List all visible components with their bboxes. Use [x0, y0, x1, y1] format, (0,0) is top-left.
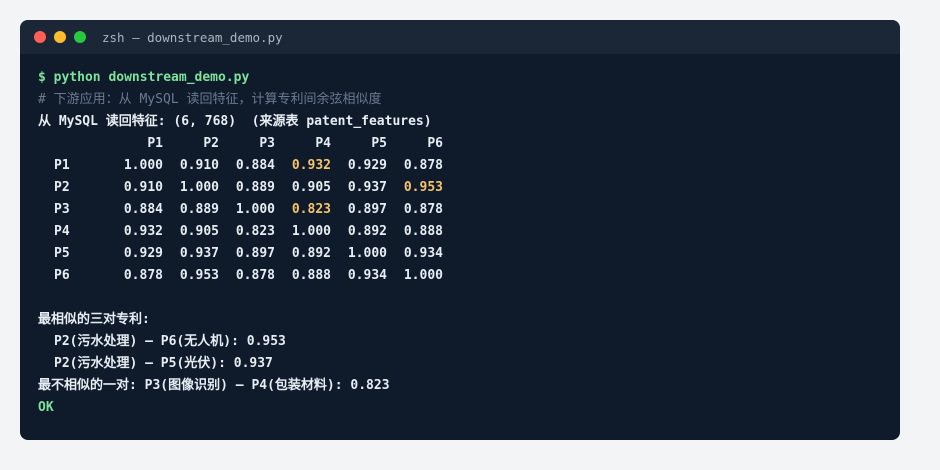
matrix-cell: 0.897 [347, 202, 387, 217]
matrix-cell: 0.905 [291, 180, 331, 195]
matrix-cell: 0.953 [179, 268, 219, 283]
matrix-row: P5 0.929 0.937 0.897 0.892 1.000 0.934 [38, 243, 443, 265]
column-header: P2 [203, 136, 219, 151]
matrix-cell: 1.000 [403, 268, 443, 283]
close-window-button[interactable] [34, 31, 46, 43]
matrix-cell: 0.878 [235, 268, 275, 283]
matrix-cell: 0.878 [403, 202, 443, 217]
column-header: P6 [427, 136, 443, 151]
matrix-cell: 0.953 [403, 180, 443, 195]
column-header: P1 [147, 136, 163, 151]
matrix-cell: 0.823 [235, 224, 275, 239]
least-similar-line: 最不相似的一对: P3(图像识别) — P4(包装材料): 0.823 [38, 378, 390, 393]
matrix-cell: 0.878 [123, 268, 163, 283]
terminal-output[interactable]: $ python downstream_demo.py # 下游应用：从 MyS… [38, 67, 882, 419]
matrix-cell: 0.934 [347, 268, 387, 283]
similarity-matrix: P1 P2 P3 P4 P5 P6 P1 1.000 0.910 0.884 0.932… [38, 133, 443, 287]
matrix-cell: 0.910 [123, 180, 163, 195]
column-header: P5 [371, 136, 387, 151]
column-header: P3 [259, 136, 275, 151]
matrix-cell: 0.910 [179, 158, 219, 173]
row-header: P1 [54, 158, 70, 173]
matrix-cell: 1.000 [291, 224, 331, 239]
matrix-cell: 0.892 [347, 224, 387, 239]
matrix-cell: 0.889 [235, 180, 275, 195]
matrix-cell: 1.000 [123, 158, 163, 173]
matrix-cell: 0.892 [291, 246, 331, 261]
matrix-cell: 0.889 [179, 202, 219, 217]
read-result-line: 从 MySQL 读回特征: (6, 768) (来源表 patent_featu… [38, 114, 432, 129]
row-header: P5 [54, 246, 70, 261]
matrix-cell: 0.934 [403, 246, 443, 261]
matrix-row: P2 0.910 1.000 0.889 0.905 0.937 0.953 [38, 177, 443, 199]
matrix-cell: 0.929 [123, 246, 163, 261]
comment-line: # 下游应用：从 MySQL 读回特征，计算专利间余弦相似度 [38, 92, 382, 107]
matrix-header-row: P1 P2 P3 P4 P5 P6 [38, 133, 443, 155]
matrix-cell: 0.932 [123, 224, 163, 239]
row-header: P2 [54, 180, 70, 195]
matrix-cell: 1.000 [179, 180, 219, 195]
matrix-cell: 0.937 [347, 180, 387, 195]
matrix-cell: 1.000 [235, 202, 275, 217]
top-pair-line: P2(污水处理) — P5(光伏): 0.937 [54, 356, 273, 371]
matrix-cell: 0.878 [403, 158, 443, 173]
matrix-cell: 0.884 [123, 202, 163, 217]
terminal-window: zsh — downstream_demo.py $ python downst… [20, 20, 900, 440]
title-bar: zsh — downstream_demo.py [20, 20, 900, 54]
command-line: $ python downstream_demo.py [38, 70, 250, 85]
matrix-cell: 0.905 [179, 224, 219, 239]
top-pair-line: P2(污水处理) — P6(无人机): 0.953 [54, 334, 286, 349]
maximize-window-button[interactable] [74, 31, 86, 43]
status-ok: OK [38, 400, 54, 415]
row-header: P4 [54, 224, 70, 239]
matrix-cell: 0.884 [235, 158, 275, 173]
matrix-cell: 0.929 [347, 158, 387, 173]
matrix-cell: 0.888 [291, 268, 331, 283]
matrix-corner [38, 133, 107, 155]
row-header: P6 [54, 268, 70, 283]
minimize-window-button[interactable] [54, 31, 66, 43]
matrix-row: P3 0.884 0.889 1.000 0.823 0.897 0.878 [38, 199, 443, 221]
row-header: P3 [54, 202, 70, 217]
column-header: P4 [315, 136, 331, 151]
top-pairs-header: 最相似的三对专利: [38, 312, 150, 327]
matrix-row: P4 0.932 0.905 0.823 1.000 0.892 0.888 [38, 221, 443, 243]
matrix-cell: 0.897 [235, 246, 275, 261]
matrix-cell: 0.888 [403, 224, 443, 239]
matrix-cell: 0.937 [179, 246, 219, 261]
matrix-cell: 0.932 [291, 158, 331, 173]
matrix-cell: 1.000 [347, 246, 387, 261]
matrix-row: P1 1.000 0.910 0.884 0.932 0.929 0.878 [38, 155, 443, 177]
matrix-cell: 0.823 [291, 202, 331, 217]
matrix-row: P6 0.878 0.953 0.878 0.888 0.934 1.000 [38, 265, 443, 287]
window-title: zsh — downstream_demo.py [102, 29, 283, 45]
